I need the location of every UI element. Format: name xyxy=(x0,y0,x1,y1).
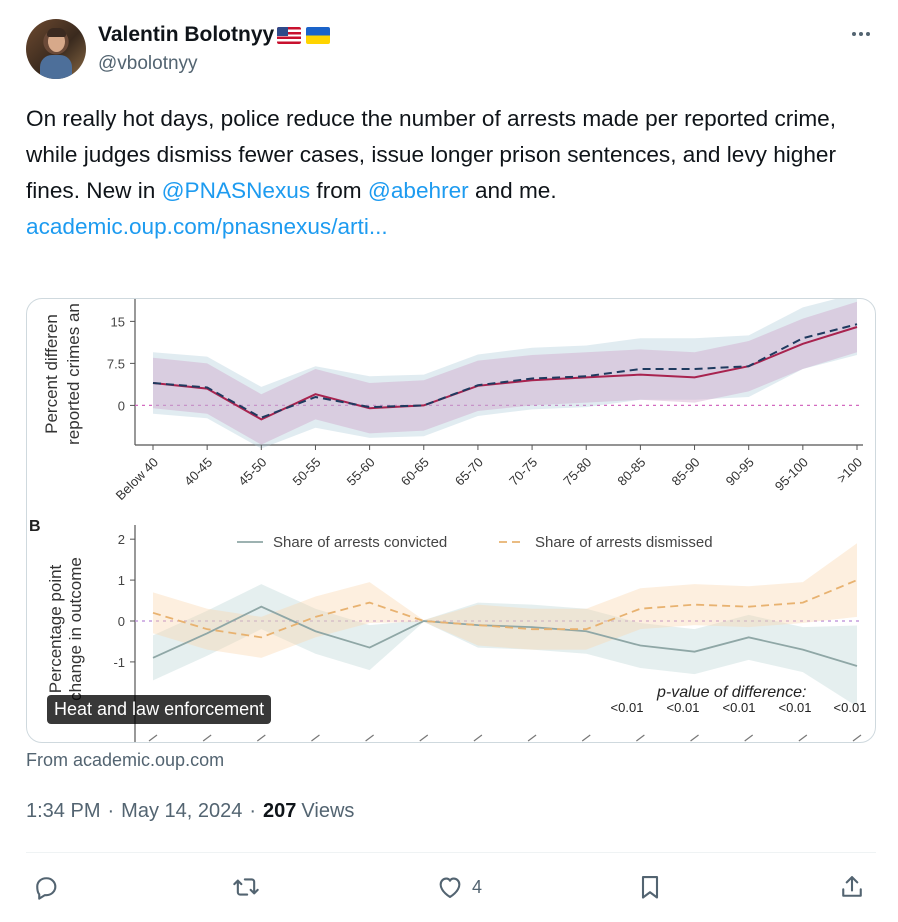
panel-a-y-tick-label: 15 xyxy=(111,314,125,329)
panel-a-x-tick-label: 45-50 xyxy=(235,455,269,489)
panel-b-x-tick-cropped xyxy=(256,734,266,742)
action-bar: 4 xyxy=(26,866,876,908)
meta-separator: · xyxy=(249,800,257,822)
panel-a-x-tick-label: Below 40 xyxy=(113,455,161,503)
panel-a-x-tick-label: 90-95 xyxy=(723,455,757,489)
p-value-annotation: p-value of difference: xyxy=(656,684,806,701)
author-handle[interactable]: @vbolotnyy xyxy=(98,53,198,75)
panel-a-y-tick-label: 7.5 xyxy=(107,356,125,371)
link-card[interactable]: 15 7.5 0 Percent differen reported crimes an… xyxy=(26,298,876,743)
us-flag-icon xyxy=(277,26,302,44)
panel-b-x-tick-cropped xyxy=(581,734,591,742)
meta-separator: · xyxy=(107,800,115,822)
reply-icon xyxy=(36,877,57,900)
panel-b-x-tick-cropped xyxy=(148,734,158,742)
panel-a-x-tick-label: 50-55 xyxy=(289,455,323,489)
panel-b-label: B xyxy=(29,518,41,535)
panel-b-y-tick-label: 2 xyxy=(118,532,125,547)
card-title-label: Heat and law enforcement xyxy=(47,695,272,724)
panel-a-x-tick-label: 75-80 xyxy=(560,455,594,489)
panel-b-y-tick-label: -1 xyxy=(113,655,125,670)
more-options-icon[interactable] xyxy=(846,24,876,44)
panel-b-x-tick-cropped xyxy=(690,734,699,742)
panel-a-x-tick-label: 85-90 xyxy=(669,455,703,489)
panel-b-y-tick-label: 0 xyxy=(118,614,125,629)
heart-icon xyxy=(439,877,461,898)
panel-b-x-tick-cropped xyxy=(744,734,754,742)
tweet-meta: 1:34 PM · May 14, 2024 · 207 Views xyxy=(26,800,354,823)
panel-a-x-tick-label: 60-65 xyxy=(398,455,432,489)
mention-pnasnexus[interactable]: @PNASNexus xyxy=(162,178,311,203)
p-value-label: <0.01 xyxy=(667,700,700,715)
views-label: Views xyxy=(301,800,355,822)
more-dot xyxy=(866,32,870,36)
panel-a-x-tick-label: 80-85 xyxy=(614,455,648,489)
panel-b-x-tick-cropped xyxy=(798,734,808,742)
p-value-label: <0.01 xyxy=(834,700,867,715)
bookmark-icon xyxy=(641,876,659,899)
panel-b-x-tick-cropped xyxy=(473,734,483,742)
panel-a-x-tick-label: >100 xyxy=(834,455,865,486)
panel-a-ylabel: Percent differen xyxy=(42,314,61,434)
tweet-text: On really hot days, police reduce the nu… xyxy=(26,101,876,245)
more-dot xyxy=(852,32,856,36)
repost-button[interactable] xyxy=(232,866,268,908)
mention-abehrer[interactable]: @abehrer xyxy=(368,178,469,203)
avatar-hair xyxy=(47,28,66,37)
views-count: 207 xyxy=(263,800,297,822)
panel-a-x-tick-label: 55-60 xyxy=(344,455,378,489)
panel-a-x-tick-label: 40-45 xyxy=(181,455,215,489)
panel-a-x-tick-label: 65-70 xyxy=(452,455,486,489)
panel-b-x-tick-cropped xyxy=(365,734,374,742)
tweet-date[interactable]: May 14, 2024 xyxy=(121,800,242,823)
panel-b-x-tick-cropped xyxy=(202,734,212,742)
avatar[interactable] xyxy=(26,19,86,79)
share-icon xyxy=(842,876,862,897)
author-name[interactable]: Valentin Bolotnyy xyxy=(98,23,274,47)
panel-a-x-tick-label: 70-75 xyxy=(506,455,540,489)
article-link[interactable]: academic.oup.com/pnasnexus/arti... xyxy=(26,214,388,239)
chart-image: 15 7.5 0 Percent differen reported crimes an… xyxy=(29,299,867,742)
panel-b-x-tick-cropped xyxy=(311,734,320,742)
card-source[interactable]: From academic.oup.com xyxy=(26,750,224,771)
panel-b-x-tick-cropped xyxy=(419,734,429,742)
p-value-label: <0.01 xyxy=(779,700,812,715)
like-button[interactable]: 4 xyxy=(436,866,482,908)
panel-b-x-tick-cropped xyxy=(527,734,537,742)
more-dot xyxy=(859,32,863,36)
avatar-shirt xyxy=(40,55,72,79)
legend-label-dismissed: Share of arrests dismissed xyxy=(535,534,713,551)
divider xyxy=(26,852,876,853)
panel-a-band-solid xyxy=(153,301,857,445)
reply-button[interactable] xyxy=(32,866,68,908)
panel-b-y-tick-label: 1 xyxy=(118,573,125,588)
repost-icon xyxy=(233,878,259,896)
ukraine-flag-icon xyxy=(306,26,331,44)
bookmark-button[interactable] xyxy=(636,866,664,908)
p-value-label: <0.01 xyxy=(723,700,756,715)
tweet-time[interactable]: 1:34 PM xyxy=(26,800,100,823)
like-count: 4 xyxy=(472,876,483,897)
panel-a-x-tick-label: 95-100 xyxy=(772,455,811,494)
panel-a-y-tick-label: 0 xyxy=(118,398,125,413)
p-value-label: <0.01 xyxy=(611,700,644,715)
panel-b-ylabel-line2: change in outcome xyxy=(66,557,85,701)
panel-b-x-tick-cropped xyxy=(852,734,862,742)
share-button[interactable] xyxy=(838,866,866,908)
panel-a-ylabel-line2: reported crimes an xyxy=(64,303,83,445)
legend-label-convicted: Share of arrests convicted xyxy=(273,534,447,551)
tweet-text-part: and me. xyxy=(468,178,557,203)
tweet-text-part: from xyxy=(310,178,368,203)
panel-b-x-tick-cropped xyxy=(636,734,645,742)
panel-b-ylabel: Percentage point xyxy=(46,564,65,693)
author-name-row: Valentin Bolotnyy xyxy=(98,22,331,48)
